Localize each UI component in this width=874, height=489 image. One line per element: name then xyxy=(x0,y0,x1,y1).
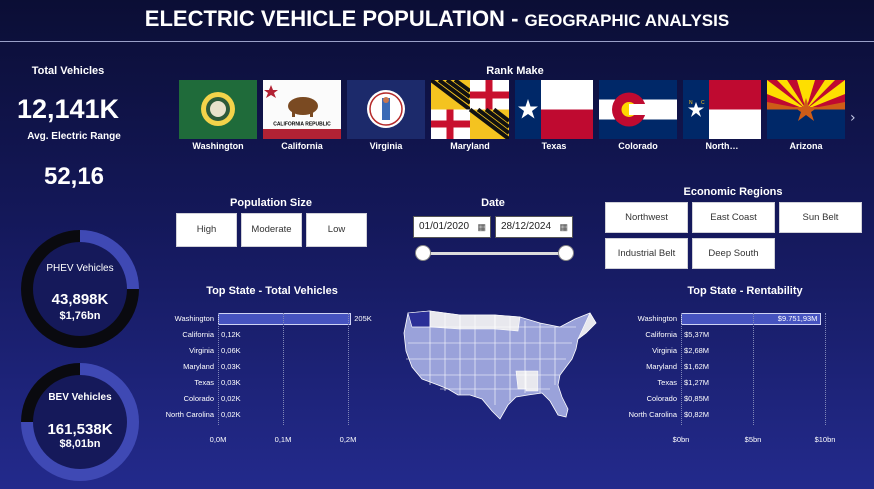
population-high-button[interactable]: High xyxy=(176,213,237,247)
chevron-right-icon[interactable]: › xyxy=(850,110,856,126)
region-deep-south-button[interactable]: Deep South xyxy=(692,238,775,269)
date-slider-track[interactable] xyxy=(423,252,567,255)
gridline xyxy=(681,313,682,425)
avg-range-label: Avg. Electric Range xyxy=(27,131,121,142)
economic-regions-title: Economic Regions xyxy=(683,186,783,198)
svg-text:C: C xyxy=(701,100,705,106)
population-size-title: Population Size xyxy=(230,197,312,209)
flag-label-arizona: Arizona xyxy=(789,141,823,151)
bar-value: $1,27M xyxy=(684,378,710,387)
bar-value: 0,06K xyxy=(221,346,241,355)
end-date-input[interactable]: 28/12/2024 ▦ xyxy=(495,216,573,238)
bar-label-maryland: Maryland xyxy=(183,362,214,371)
flag-label-texas: Texas xyxy=(541,141,567,151)
x-tick-label: $10bn xyxy=(814,435,836,444)
bar-value: $1,62M xyxy=(684,362,710,371)
flag-label-california: California xyxy=(281,141,323,151)
us-map[interactable] xyxy=(400,305,600,427)
bar-value: 0,02K xyxy=(221,394,241,403)
x-tick-label: $0bn xyxy=(672,435,690,444)
bar-value: 0,03K xyxy=(221,362,241,371)
x-tick-label: 0,1M xyxy=(274,435,292,444)
flag-label-washington: Washington xyxy=(192,141,244,151)
total-vehicles-value: 12,141K xyxy=(16,94,120,124)
calendar-icon[interactable]: ▦ xyxy=(559,217,568,237)
end-date-value: 28/12/2024 xyxy=(501,221,552,232)
north-carolina-flag-icon[interactable]: NC xyxy=(683,80,761,139)
bar-value: $9.751,93M xyxy=(777,314,818,323)
california-flag-icon[interactable]: CALIFORNIA REPUBLIC xyxy=(263,80,341,139)
start-date-input[interactable]: 01/01/2020 ▦ xyxy=(413,216,491,238)
title-main: ELECTRIC VEHICLE POPULATION xyxy=(144,6,505,31)
flag-label-virginia: Virginia xyxy=(369,141,403,151)
phev-amount: $1,76bn xyxy=(59,310,101,322)
colorado-flag-icon[interactable] xyxy=(599,80,677,139)
gridline xyxy=(348,313,349,425)
date-slider-start-handle[interactable] xyxy=(415,245,431,261)
bar-label-virginia: Virginia xyxy=(189,346,214,355)
x-tick-label: 0,0M xyxy=(209,435,227,444)
maryland-flag-icon[interactable] xyxy=(431,80,509,139)
bar[interactable] xyxy=(681,313,822,325)
phev-label: PHEV Vehicles xyxy=(46,263,114,274)
chart-total-vehicles-title: Top State - Total Vehicles xyxy=(206,285,338,297)
page-title: ELECTRIC VEHICLE POPULATION - GEOGRAPHIC… xyxy=(0,0,874,42)
flag-label-colorado: Colorado xyxy=(618,141,658,151)
phev-donut[interactable] xyxy=(21,230,139,348)
gridline xyxy=(825,313,826,425)
chart-rentability-title: Top State - Rentability xyxy=(687,285,803,297)
avg-range-value: 52,16 xyxy=(43,163,105,190)
gridline xyxy=(218,313,219,425)
bar-value: 0,03K xyxy=(221,378,241,387)
date-slider-end-handle[interactable] xyxy=(558,245,574,261)
region-sun-belt-button[interactable]: Sun Belt xyxy=(779,202,862,233)
bar-value: $5,37M xyxy=(684,330,710,339)
washington-flag-icon[interactable] xyxy=(179,80,257,139)
region-industrial-belt-button[interactable]: Industrial Belt xyxy=(605,238,688,269)
bev-count: 161,538K xyxy=(47,421,113,438)
title-sub: GEOGRAPHIC ANALYSIS xyxy=(524,11,730,30)
start-date-value: 01/01/2020 xyxy=(419,221,470,232)
bar-value: $0,82M xyxy=(684,410,710,419)
bev-label: BEV Vehicles xyxy=(48,392,112,403)
gridline xyxy=(283,313,284,425)
population-low-button[interactable]: Low xyxy=(306,213,367,247)
virginia-flag-icon[interactable] xyxy=(347,80,425,139)
bar-value: 205K xyxy=(354,314,372,323)
region-northwest-button[interactable]: Northwest xyxy=(605,202,688,233)
date-title: Date xyxy=(481,197,505,209)
arizona-flag-icon[interactable] xyxy=(767,80,845,139)
bar-value: $0,85M xyxy=(684,394,710,403)
texas-flag-icon[interactable] xyxy=(515,80,593,139)
svg-text:CALIFORNIA REPUBLIC: CALIFORNIA REPUBLIC xyxy=(273,122,331,128)
bar-value: 0,12K xyxy=(221,330,241,339)
flag-label-maryland: Maryland xyxy=(450,141,490,151)
rank-make-title: Rank Make xyxy=(486,65,544,77)
gridline xyxy=(753,313,754,425)
flag-label-north-carolina: North… xyxy=(705,141,739,151)
svg-text:N: N xyxy=(689,100,693,106)
phev-count: 43,898K xyxy=(51,291,109,308)
region-east-coast-button[interactable]: East Coast xyxy=(692,202,775,233)
bar-value: $2,68M xyxy=(684,346,710,355)
total-vehicles-label: Total Vehicles xyxy=(31,65,105,77)
x-tick-label: $5bn xyxy=(744,435,762,444)
bev-amount: $8,01bn xyxy=(59,438,101,450)
calendar-icon[interactable]: ▦ xyxy=(477,217,486,237)
population-moderate-button[interactable]: Moderate xyxy=(241,213,302,247)
bar-value: 0,02K xyxy=(221,410,241,419)
x-tick-label: 0,2M xyxy=(339,435,357,444)
bar[interactable] xyxy=(218,313,352,325)
